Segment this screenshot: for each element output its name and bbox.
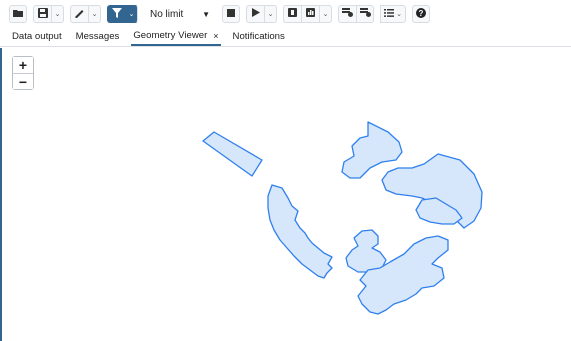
explain-button[interactable] xyxy=(283,5,301,23)
chevron-down-icon: ⌄ xyxy=(396,11,402,18)
stop-icon xyxy=(227,8,235,20)
tab-data-output[interactable]: Data output xyxy=(10,27,64,46)
explain-group: ⌄ xyxy=(283,5,332,23)
filter-button[interactable] xyxy=(107,5,125,23)
play-icon xyxy=(251,8,260,20)
save-button[interactable] xyxy=(33,5,51,23)
tab-label: Geometry Viewer xyxy=(133,30,208,41)
filter-group: ⌄ xyxy=(107,5,138,23)
transaction-group xyxy=(338,5,374,23)
geometry-viewer-map[interactable]: + − xyxy=(0,48,571,341)
tab-label: Messages xyxy=(75,31,120,42)
execute-dropdown-button[interactable]: ⌄ xyxy=(264,5,277,23)
explain-analyze-icon xyxy=(306,8,315,20)
chevron-down-icon: ⌄ xyxy=(54,11,61,18)
save-dropdown-button[interactable]: ⌄ xyxy=(51,5,64,23)
row-limit-select[interactable]: No limit ▼ xyxy=(144,5,216,23)
tab-messages[interactable]: Messages xyxy=(74,27,122,46)
open-file-button[interactable] xyxy=(9,5,27,23)
geometry-polygon[interactable] xyxy=(267,184,333,279)
folder-icon xyxy=(13,9,23,20)
macros-button[interactable]: ⌄ xyxy=(380,5,406,23)
save-icon xyxy=(37,7,48,21)
tab-label: Data output xyxy=(12,31,62,42)
zoom-control: + − xyxy=(12,56,34,90)
save-group: ⌄ xyxy=(33,5,64,23)
commit-icon xyxy=(342,8,353,20)
macros-icon xyxy=(384,8,395,20)
svg-text:?: ? xyxy=(419,9,424,18)
query-toolbar: ⌄ ⌄ ⌄ No limit ▼ ⌄ ⌄ ⌄ ? xyxy=(0,0,571,28)
rollback-icon xyxy=(359,8,371,20)
edit-button[interactable] xyxy=(70,5,88,23)
zoom-in-button[interactable]: + xyxy=(13,57,33,73)
help-button[interactable]: ? xyxy=(412,5,430,23)
explain-icon xyxy=(288,8,297,20)
filter-dropdown-button[interactable]: ⌄ xyxy=(125,5,138,23)
execute-group: ⌄ xyxy=(246,5,277,23)
geometry-layer xyxy=(202,121,483,315)
macros-group: ⌄ xyxy=(380,5,406,23)
tab-geometry-viewer[interactable]: Geometry Viewer × xyxy=(131,27,221,46)
geometry-polygon[interactable] xyxy=(345,229,387,273)
execute-button[interactable] xyxy=(246,5,264,23)
help-icon: ? xyxy=(416,7,426,21)
zoom-out-button[interactable]: − xyxy=(13,73,33,90)
chevron-down-icon: ⌄ xyxy=(322,11,329,18)
edit-group: ⌄ xyxy=(70,5,101,23)
edit-icon xyxy=(74,8,85,21)
commit-button[interactable] xyxy=(338,5,356,23)
chevron-down-icon: ⌄ xyxy=(91,11,98,18)
tab-notifications[interactable]: Notifications xyxy=(231,27,287,46)
chevron-down-icon: ⌄ xyxy=(128,11,135,18)
row-limit-value: No limit xyxy=(150,8,184,20)
stop-button[interactable] xyxy=(222,5,240,23)
edit-dropdown-button[interactable]: ⌄ xyxy=(88,5,101,23)
stop-group xyxy=(222,5,240,23)
geometry-polygon[interactable] xyxy=(202,131,263,177)
caret-down-icon: ▼ xyxy=(202,9,210,19)
rollback-button[interactable] xyxy=(356,5,374,23)
chevron-down-icon: ⌄ xyxy=(267,11,274,18)
file-group xyxy=(9,5,27,23)
help-group: ? xyxy=(412,5,430,23)
explain-analyze-button[interactable] xyxy=(301,5,319,23)
close-icon[interactable]: × xyxy=(213,31,218,41)
tab-label: Notifications xyxy=(232,31,285,42)
filter-icon xyxy=(111,7,122,21)
explain-dropdown-button[interactable]: ⌄ xyxy=(319,5,332,23)
results-tabs: Data output Messages Geometry Viewer × N… xyxy=(0,28,571,47)
